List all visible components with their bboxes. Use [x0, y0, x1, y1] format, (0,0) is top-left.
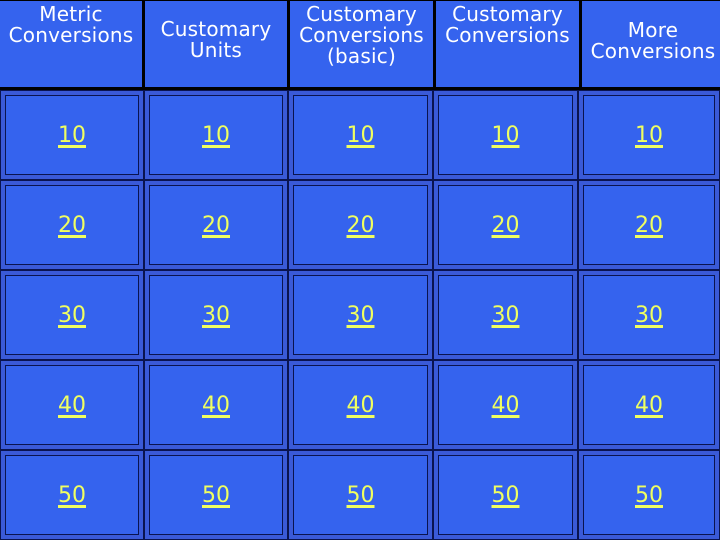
tile-face[interactable]: 40	[149, 365, 283, 445]
point-value-link[interactable]: 40	[635, 393, 663, 418]
point-value-link[interactable]: 10	[492, 123, 520, 148]
question-tile-more-conversions-10[interactable]: 10	[578, 90, 720, 180]
question-tile-customary-conversions-30[interactable]: 30	[433, 270, 578, 360]
category-label: Customary Units	[160, 17, 272, 62]
question-tile-customary-units-50[interactable]: 50	[144, 450, 288, 540]
point-value-link[interactable]: 50	[635, 483, 663, 508]
category-header-metric-conversions: Metric Conversions	[0, 1, 142, 87]
tile-face[interactable]: 10	[583, 95, 715, 175]
point-value-link[interactable]: 10	[202, 123, 230, 148]
tile-face[interactable]: 40	[438, 365, 573, 445]
tile-face[interactable]: 10	[149, 95, 283, 175]
category-label: Customary Conversions (basic)	[299, 2, 424, 68]
category-label: More Conversions	[590, 18, 716, 63]
point-value-link[interactable]: 40	[347, 393, 375, 418]
tile-face[interactable]: 20	[438, 185, 573, 265]
category-header-more-conversions: More Conversions	[582, 1, 720, 87]
point-value-link[interactable]: 40	[58, 393, 86, 418]
question-tile-customary-conversions-20[interactable]: 20	[433, 180, 578, 270]
question-tile-more-conversions-30[interactable]: 30	[578, 270, 720, 360]
question-tile-customary-conversions-basic-20[interactable]: 20	[288, 180, 433, 270]
tile-face[interactable]: 50	[293, 455, 428, 535]
tile-face[interactable]: 40	[583, 365, 715, 445]
point-value-link[interactable]: 10	[635, 123, 663, 148]
question-tile-customary-conversions-basic-50[interactable]: 50	[288, 450, 433, 540]
point-value-link[interactable]: 50	[492, 483, 520, 508]
point-value-link[interactable]: 20	[58, 213, 86, 238]
point-value-link[interactable]: 20	[202, 213, 230, 238]
tile-face[interactable]: 50	[149, 455, 283, 535]
point-value-link[interactable]: 30	[635, 303, 663, 328]
question-tile-customary-conversions-40[interactable]: 40	[433, 360, 578, 450]
question-tile-metric-conversions-40[interactable]: 40	[0, 360, 144, 450]
tile-face[interactable]: 20	[293, 185, 428, 265]
category-header-customary-conversions: Customary Conversions	[436, 1, 579, 87]
jeopardy-board: Metric Conversions Customary Units Custo…	[0, 0, 720, 540]
point-value-link[interactable]: 50	[58, 483, 86, 508]
tile-face[interactable]: 50	[583, 455, 715, 535]
question-tile-customary-units-20[interactable]: 20	[144, 180, 288, 270]
question-tile-customary-conversions-basic-30[interactable]: 30	[288, 270, 433, 360]
question-tile-customary-units-30[interactable]: 30	[144, 270, 288, 360]
tile-face[interactable]: 20	[583, 185, 715, 265]
tile-face[interactable]: 10	[293, 95, 428, 175]
category-header-customary-conversions-basic: Customary Conversions (basic)	[290, 1, 433, 87]
question-tile-customary-conversions-10[interactable]: 10	[433, 90, 578, 180]
question-tile-customary-units-40[interactable]: 40	[144, 360, 288, 450]
question-tile-metric-conversions-30[interactable]: 30	[0, 270, 144, 360]
question-grid: 10 10 10 10 10 20 20 20 20 20 30 30 30 30 30 40 40 40 40 40…	[0, 90, 720, 540]
question-tile-customary-units-10[interactable]: 10	[144, 90, 288, 180]
point-value-link[interactable]: 20	[635, 213, 663, 238]
tile-face[interactable]: 50	[438, 455, 573, 535]
tile-face[interactable]: 50	[5, 455, 139, 535]
question-tile-more-conversions-20[interactable]: 20	[578, 180, 720, 270]
tile-face[interactable]: 30	[5, 275, 139, 355]
point-value-link[interactable]: 40	[492, 393, 520, 418]
question-tile-customary-conversions-basic-10[interactable]: 10	[288, 90, 433, 180]
point-value-link[interactable]: 30	[492, 303, 520, 328]
tile-face[interactable]: 30	[438, 275, 573, 355]
tile-face[interactable]: 40	[293, 365, 428, 445]
question-tile-metric-conversions-20[interactable]: 20	[0, 180, 144, 270]
point-value-link[interactable]: 20	[347, 213, 375, 238]
category-header-customary-units: Customary Units	[145, 1, 287, 87]
tile-face[interactable]: 10	[438, 95, 573, 175]
question-tile-customary-conversions-50[interactable]: 50	[433, 450, 578, 540]
category-label: Customary Conversions	[445, 2, 570, 47]
point-value-link[interactable]: 40	[202, 393, 230, 418]
point-value-link[interactable]: 30	[202, 303, 230, 328]
point-value-link[interactable]: 10	[58, 123, 86, 148]
point-value-link[interactable]: 50	[347, 483, 375, 508]
tile-face[interactable]: 30	[293, 275, 428, 355]
tile-face[interactable]: 10	[5, 95, 139, 175]
question-tile-more-conversions-40[interactable]: 40	[578, 360, 720, 450]
point-value-link[interactable]: 30	[58, 303, 86, 328]
question-tile-more-conversions-50[interactable]: 50	[578, 450, 720, 540]
tile-face[interactable]: 20	[149, 185, 283, 265]
question-tile-metric-conversions-50[interactable]: 50	[0, 450, 144, 540]
category-header-row: Metric Conversions Customary Units Custo…	[0, 0, 720, 88]
point-value-link[interactable]: 30	[347, 303, 375, 328]
tile-face[interactable]: 40	[5, 365, 139, 445]
point-value-link[interactable]: 20	[492, 213, 520, 238]
point-value-link[interactable]: 10	[347, 123, 375, 148]
tile-face[interactable]: 20	[5, 185, 139, 265]
tile-face[interactable]: 30	[149, 275, 283, 355]
tile-face[interactable]: 30	[583, 275, 715, 355]
category-label: Metric Conversions	[8, 2, 134, 47]
point-value-link[interactable]: 50	[202, 483, 230, 508]
question-tile-customary-conversions-basic-40[interactable]: 40	[288, 360, 433, 450]
question-tile-metric-conversions-10[interactable]: 10	[0, 90, 144, 180]
